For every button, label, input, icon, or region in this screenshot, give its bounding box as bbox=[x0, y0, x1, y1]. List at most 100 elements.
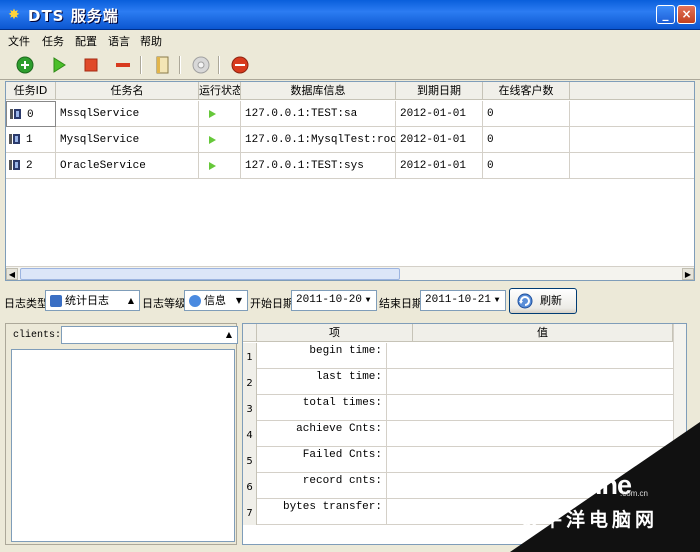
run-status-icon bbox=[199, 127, 241, 153]
log-type-label: 日志类型 bbox=[4, 297, 48, 310]
chevron-down-icon: ▼ bbox=[235, 296, 243, 305]
table-row[interactable]: 3 total times: bbox=[243, 395, 673, 421]
task-table: 任务ID 任务名 运行状态 数据库信息 到期日期 在线客户数 0 MssqlSe… bbox=[5, 81, 695, 281]
col-value[interactable]: 值 bbox=[413, 324, 673, 342]
title-bar: ✸ DTS 服务端 _ × bbox=[0, 0, 700, 30]
close-button[interactable]: × bbox=[677, 5, 696, 24]
row-number: 2 bbox=[243, 369, 257, 395]
menu-bar: 文件 任务 配置 语言 帮助 bbox=[0, 30, 700, 50]
stat-key: last time: bbox=[257, 369, 387, 395]
expire-date: 2012-01-01 bbox=[396, 127, 483, 153]
task-name: OracleService bbox=[56, 153, 199, 179]
remove-icon[interactable] bbox=[113, 55, 133, 75]
log-icon bbox=[50, 295, 62, 307]
end-date-label: 结束日期 bbox=[379, 297, 423, 310]
stat-value bbox=[387, 395, 673, 421]
start-date-picker[interactable]: 2011-10-20 ▼ bbox=[291, 290, 377, 311]
menu-help[interactable]: 帮助 bbox=[140, 33, 162, 49]
toolbar-separator bbox=[179, 56, 181, 74]
run-status-icon bbox=[199, 153, 241, 179]
col-expire-date[interactable]: 到期日期 bbox=[396, 82, 483, 100]
col-db-info[interactable]: 数据库信息 bbox=[241, 82, 396, 100]
log-type-select[interactable]: 统计日志 ▲ bbox=[45, 290, 140, 311]
toolbar-separator bbox=[140, 56, 142, 74]
settings-icon[interactable] bbox=[191, 55, 211, 75]
start-date-value: 2011-10-20 bbox=[296, 294, 363, 306]
clients-panel: clients: ▲ bbox=[5, 323, 238, 545]
menu-language[interactable]: 语言 bbox=[108, 33, 130, 49]
log-level-label: 日志等级 bbox=[142, 297, 186, 310]
stat-key: Failed Cnts: bbox=[257, 447, 387, 473]
col-task-id[interactable]: 任务ID bbox=[6, 82, 56, 100]
horizontal-scrollbar[interactable]: ◀ ▶ bbox=[6, 266, 694, 280]
col-task-name[interactable]: 任务名 bbox=[56, 82, 199, 100]
start-date-label: 开始日期 bbox=[250, 297, 294, 310]
task-id: 1 bbox=[26, 134, 33, 146]
db-info: 127.0.0.1:TEST:sys bbox=[241, 153, 396, 179]
chevron-down-icon: ▲ bbox=[225, 330, 233, 339]
expire-date: 2012-01-01 bbox=[396, 101, 483, 127]
stat-key: achieve Cnts: bbox=[257, 421, 387, 447]
chevron-down-icon: ▲ bbox=[127, 296, 135, 305]
toolbar-separator bbox=[218, 56, 220, 74]
scroll-right-icon[interactable]: ▶ bbox=[682, 268, 694, 280]
chevron-down-icon: ▼ bbox=[494, 296, 500, 305]
col-online-clients[interactable]: 在线客户数 bbox=[483, 82, 570, 100]
row-number: 4 bbox=[243, 421, 257, 447]
window-title: DTS 服务端 bbox=[28, 7, 119, 25]
online-clients: 0 bbox=[483, 153, 570, 179]
table-row[interactable]: 2 last time: bbox=[243, 369, 673, 395]
refresh-icon bbox=[517, 293, 533, 309]
stat-key: record cnts: bbox=[257, 473, 387, 499]
expire-date: 2012-01-01 bbox=[396, 153, 483, 179]
stop-icon[interactable] bbox=[81, 55, 101, 75]
task-id: 0 bbox=[27, 109, 34, 121]
scroll-left-icon[interactable]: ◀ bbox=[6, 268, 18, 280]
row-number: 3 bbox=[243, 395, 257, 421]
menu-task[interactable]: 任务 bbox=[42, 33, 64, 49]
clients-list[interactable] bbox=[11, 349, 235, 542]
run-status-icon bbox=[199, 101, 241, 127]
log-filter-bar: 日志类型 统计日志 ▲ 日志等级 信息 ▼ 开始日期 2011-10-20 ▼ … bbox=[0, 286, 700, 316]
db-info: 127.0.0.1:MysqlTest:root bbox=[241, 127, 396, 153]
play-icon[interactable] bbox=[49, 55, 69, 75]
scroll-thumb[interactable] bbox=[20, 268, 400, 280]
menu-config[interactable]: 配置 bbox=[75, 33, 97, 49]
clients-label: clients: bbox=[13, 330, 62, 341]
table-row[interactable]: 1 MysqlService 127.0.0.1:MysqlTest:root … bbox=[6, 127, 694, 153]
service-icon bbox=[10, 109, 21, 120]
log-level-value: 信息 bbox=[204, 294, 226, 307]
online-clients: 0 bbox=[483, 127, 570, 153]
toolbar bbox=[0, 50, 700, 80]
watermark-domain: .com.cn bbox=[620, 489, 649, 498]
row-number: 7 bbox=[243, 499, 257, 525]
col-item[interactable]: 项 bbox=[257, 324, 413, 342]
table-row[interactable]: 0 MssqlService 127.0.0.1:TEST:sa 2012-01… bbox=[6, 101, 694, 127]
log-level-select[interactable]: 信息 ▼ bbox=[184, 290, 248, 311]
stat-value bbox=[387, 369, 673, 395]
refresh-button[interactable]: 刷新 bbox=[509, 288, 577, 314]
stat-key: begin time: bbox=[257, 343, 387, 369]
stat-key: total times: bbox=[257, 395, 387, 421]
table-row[interactable]: 2 OracleService 127.0.0.1:TEST:sys 2012-… bbox=[6, 153, 694, 179]
exit-icon[interactable] bbox=[230, 55, 250, 75]
chevron-down-icon: ▼ bbox=[365, 296, 371, 305]
minimize-button[interactable]: _ bbox=[656, 5, 675, 24]
book-icon[interactable] bbox=[152, 55, 172, 75]
refresh-label: 刷新 bbox=[540, 294, 562, 307]
row-number: 6 bbox=[243, 473, 257, 499]
table-row[interactable]: 1 begin time: bbox=[243, 343, 673, 369]
clients-select[interactable]: ▲ bbox=[61, 326, 238, 344]
task-name: MysqlService bbox=[56, 127, 199, 153]
db-info: 127.0.0.1:TEST:sa bbox=[241, 101, 396, 127]
corner-cell bbox=[243, 324, 257, 342]
add-icon[interactable] bbox=[15, 55, 35, 75]
task-table-header: 任务ID 任务名 运行状态 数据库信息 到期日期 在线客户数 bbox=[6, 82, 694, 100]
stat-key: bytes transfer: bbox=[257, 499, 387, 525]
menu-file[interactable]: 文件 bbox=[8, 33, 30, 49]
service-icon bbox=[9, 160, 20, 171]
service-icon bbox=[9, 134, 20, 145]
col-run-status[interactable]: 运行状态 bbox=[199, 82, 241, 100]
end-date-value: 2011-10-21 bbox=[425, 294, 492, 306]
end-date-picker[interactable]: 2011-10-21 ▼ bbox=[420, 290, 506, 311]
